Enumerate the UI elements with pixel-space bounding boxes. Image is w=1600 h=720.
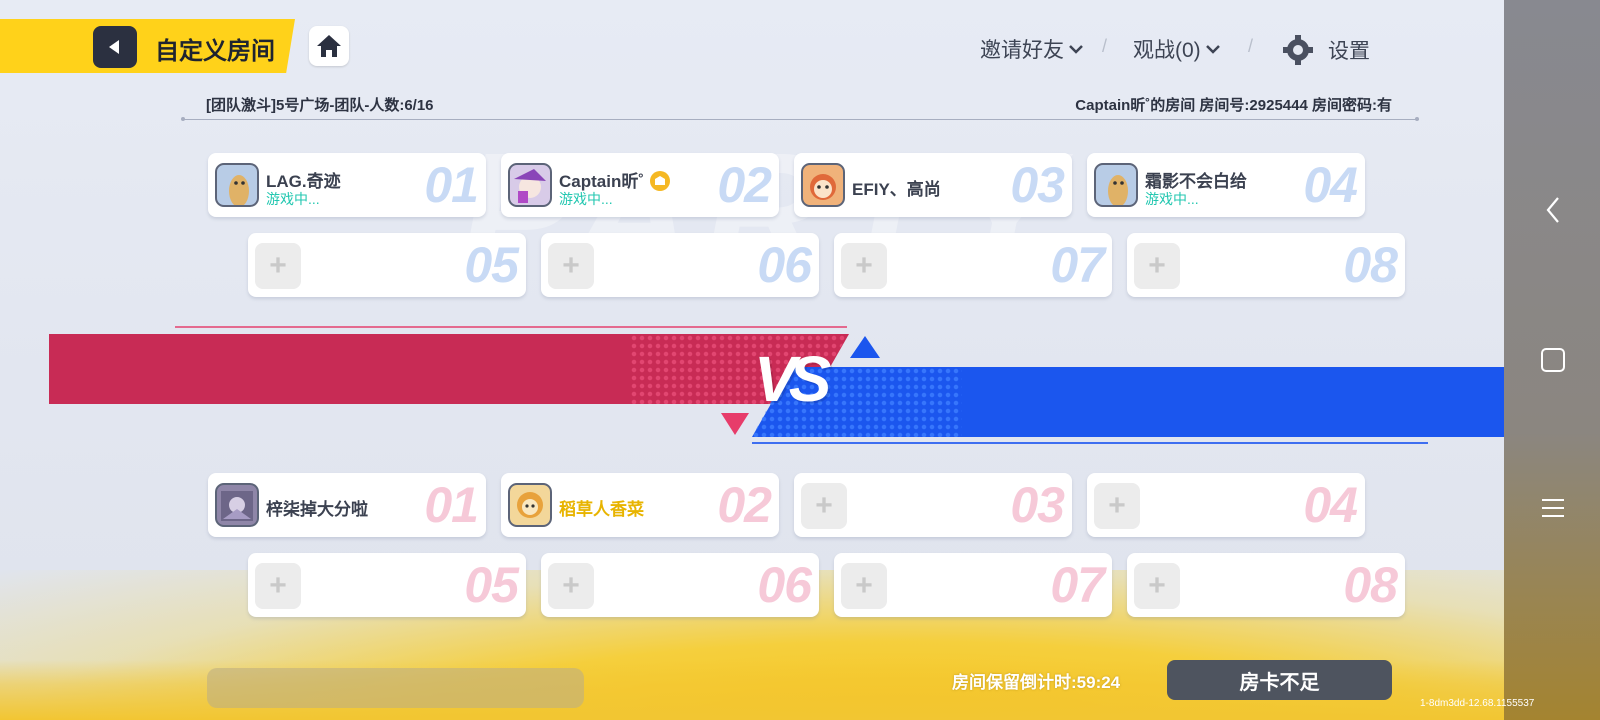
spectate-menu[interactable]: 观战(0) [1133, 34, 1221, 64]
player-status: 游戏中... [266, 191, 320, 207]
nav-menu-icon [1542, 499, 1564, 517]
back-button[interactable] [93, 26, 137, 68]
plus-icon[interactable]: + [1094, 483, 1140, 529]
plus-icon[interactable]: + [801, 483, 847, 529]
slot-number: 07 [1050, 557, 1105, 613]
slot-number: 08 [1343, 237, 1398, 293]
room-id-info: Captain昕˚的房间 房间号:2925444 房间密码:有 [1075, 97, 1392, 114]
slot-number: 01 [424, 477, 479, 533]
avatar [801, 163, 845, 207]
slot-number: 08 [1343, 557, 1398, 613]
vs-label: VS [754, 343, 831, 415]
menu-separator: / [1248, 36, 1254, 56]
red-slot-01[interactable]: 梓柒掉大分啦 01 [208, 473, 486, 537]
blue-slot-05[interactable]: + 05 [248, 233, 526, 297]
blue-slot-03[interactable]: EFIY、高尚 03 [794, 153, 1072, 217]
avatar [508, 483, 552, 527]
chevron-down-icon [1205, 45, 1220, 54]
settings-label: 设置 [1328, 40, 1370, 63]
red-slot-03[interactable]: + 03 [794, 473, 1072, 537]
nav-home-button[interactable] [1535, 342, 1571, 378]
blue-slot-08[interactable]: + 08 [1127, 233, 1405, 297]
red-triangle-decor [721, 413, 749, 435]
page-title: 自定义房间 [155, 38, 275, 65]
room-card-button[interactable]: 房卡不足 [1167, 660, 1392, 700]
plus-icon[interactable]: + [1134, 563, 1180, 609]
plus-icon[interactable]: + [255, 243, 301, 289]
gear-icon [1283, 35, 1313, 65]
plus-icon[interactable]: + [841, 243, 887, 289]
invite-friends-menu[interactable]: 邀请好友 [980, 34, 1084, 64]
divider-dot [181, 117, 185, 121]
blue-team-line [752, 442, 1428, 444]
avatar [215, 483, 259, 527]
nav-menu-button[interactable] [1535, 490, 1571, 526]
spectate-label: 观战(0) [1133, 39, 1201, 62]
avatar [1094, 163, 1138, 207]
crown-icon [650, 170, 670, 191]
slot-number: 05 [464, 557, 519, 613]
menu-separator: / [1102, 36, 1108, 56]
red-slot-06[interactable]: + 06 [541, 553, 819, 617]
red-slot-08[interactable]: + 08 [1127, 553, 1405, 617]
red-slot-05[interactable]: + 05 [248, 553, 526, 617]
blue-slot-04[interactable]: 霜影不会白给 游戏中... 04 [1087, 153, 1365, 217]
info-divider [183, 119, 1419, 120]
slot-number: 06 [757, 557, 812, 613]
slot-number: 05 [464, 237, 519, 293]
home-button[interactable] [309, 26, 349, 66]
slot-number: 03 [1010, 157, 1065, 213]
red-slot-07[interactable]: + 07 [834, 553, 1112, 617]
avatar [215, 163, 259, 207]
invite-friends-label: 邀请好友 [980, 39, 1064, 62]
red-team-line [175, 326, 847, 328]
nav-back-button[interactable] [1535, 192, 1571, 228]
back-arrow-icon [109, 40, 119, 54]
blue-slot-01[interactable]: LAG.奇迹 游戏中... 01 [208, 153, 486, 217]
plus-icon[interactable]: + [1134, 243, 1180, 289]
room-mode-info: [团队激斗]5号广场-团队-人数:6/16 [206, 97, 434, 114]
room-countdown: 房间保留倒计时:59:24 [952, 673, 1121, 692]
settings-button[interactable]: 设置 [1282, 34, 1370, 66]
plus-icon[interactable]: + [548, 563, 594, 609]
slot-number: 04 [1303, 477, 1358, 533]
slot-number: 07 [1050, 237, 1105, 293]
nav-home-icon [1541, 348, 1565, 372]
chat-input-bar[interactable] [207, 668, 584, 708]
blue-slot-02[interactable]: Captain昕˚ 游戏中... 02 [501, 153, 779, 217]
red-slot-02[interactable]: 稻草人香菜 02 [501, 473, 779, 537]
plus-icon[interactable]: + [841, 563, 887, 609]
blue-triangle-decor [850, 336, 880, 358]
player-status: 游戏中... [1145, 191, 1199, 207]
slot-number: 04 [1303, 157, 1358, 213]
slot-number: 01 [424, 157, 479, 213]
version-label: 1-8dm3dd-12.68.1155537 [1420, 698, 1535, 709]
slot-number: 06 [757, 237, 812, 293]
home-icon [317, 35, 341, 57]
plus-icon[interactable]: + [255, 563, 301, 609]
plus-icon[interactable]: + [548, 243, 594, 289]
blue-slot-06[interactable]: + 06 [541, 233, 819, 297]
slot-number: 02 [717, 157, 772, 213]
player-status: 游戏中... [559, 191, 613, 207]
player-name: 稻草人香菜 [559, 500, 644, 519]
red-slot-04[interactable]: + 04 [1087, 473, 1365, 537]
slot-number: 02 [717, 477, 772, 533]
divider-dot [1415, 117, 1419, 121]
chevron-down-icon [1069, 45, 1083, 54]
player-name: EFIY、高尚 [852, 180, 941, 199]
blue-slot-07[interactable]: + 07 [834, 233, 1112, 297]
avatar [508, 163, 552, 207]
nav-back-icon [1546, 197, 1559, 223]
player-name: 梓柒掉大分啦 [266, 500, 368, 519]
slot-number: 03 [1010, 477, 1065, 533]
